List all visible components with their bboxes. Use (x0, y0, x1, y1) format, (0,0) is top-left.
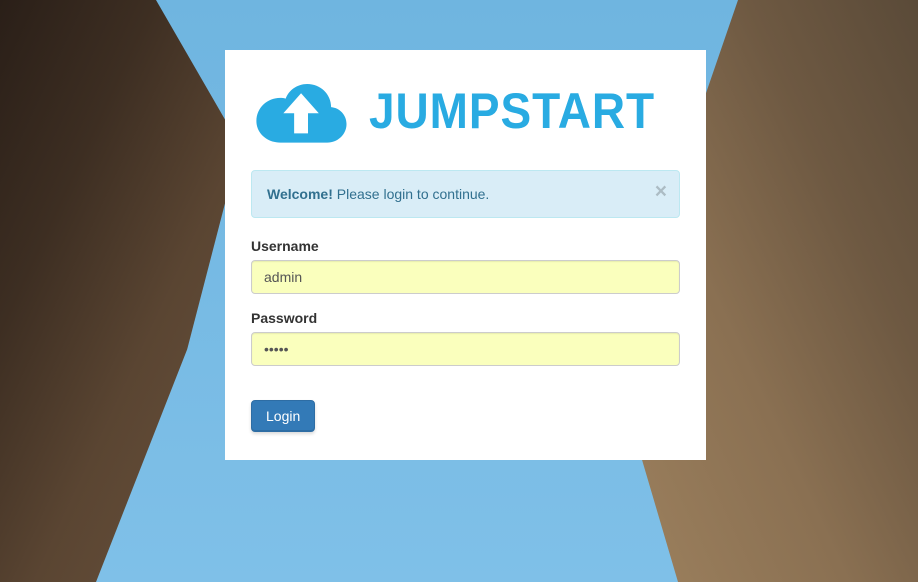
username-group: Username (251, 238, 680, 294)
bg-rock-left (0, 0, 240, 582)
login-button[interactable]: Login (251, 400, 315, 432)
welcome-alert: Welcome! Please login to continue. × (251, 170, 680, 218)
username-label: Username (251, 238, 680, 254)
login-panel: JUMPSTART Welcome! Please login to conti… (225, 50, 706, 460)
close-icon[interactable]: × (655, 181, 667, 202)
logo: JUMPSTART (251, 70, 680, 152)
alert-strong: Welcome! (267, 186, 333, 202)
cloud-upload-icon (251, 70, 351, 152)
alert-message: Please login to continue. (333, 186, 489, 202)
password-label: Password (251, 310, 680, 326)
brand-text: JUMPSTART (369, 82, 655, 140)
username-input[interactable] (251, 260, 680, 294)
password-group: Password (251, 310, 680, 366)
password-input[interactable] (251, 332, 680, 366)
